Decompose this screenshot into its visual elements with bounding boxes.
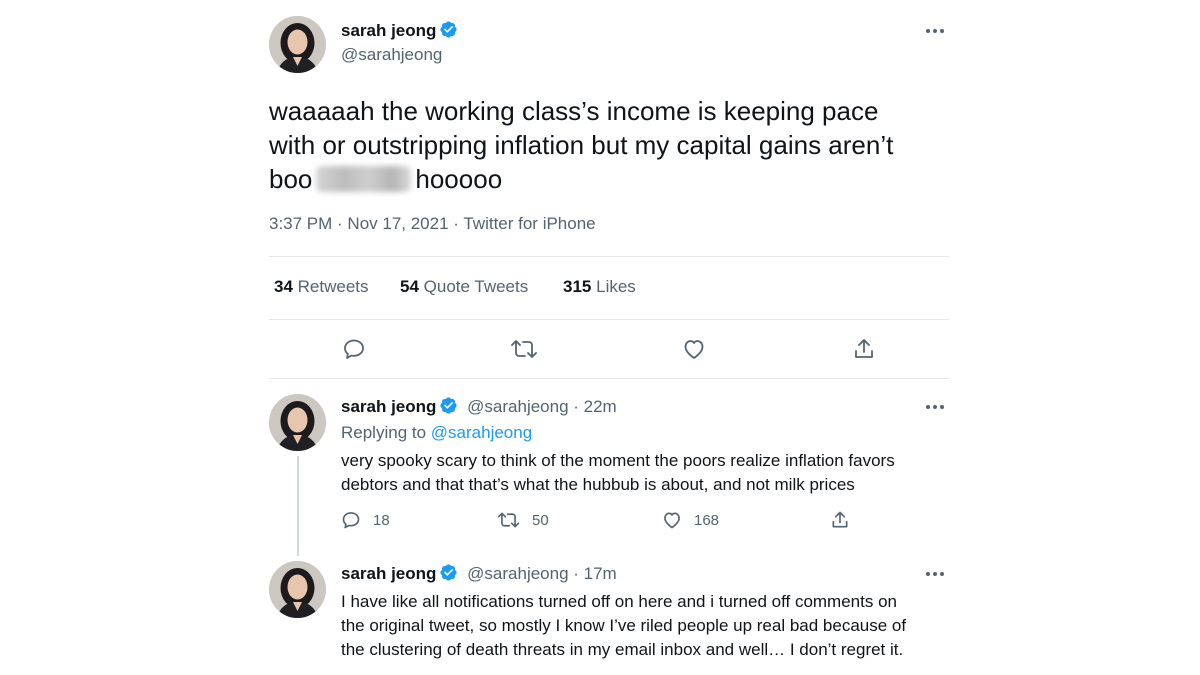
avatar[interactable] xyxy=(269,394,326,451)
reply-header: sarah jeong @sarahjeong · 17m xyxy=(341,563,617,584)
author-handle-time[interactable]: @sarahjeong · 17m xyxy=(467,564,617,583)
divider xyxy=(269,256,949,257)
author-name[interactable]: sarah jeong xyxy=(341,564,436,583)
likes-stat[interactable]: 315 Likes xyxy=(563,277,636,297)
verified-badge-icon xyxy=(440,397,458,414)
verified-badge-icon xyxy=(440,564,458,581)
avatar-photo xyxy=(269,394,326,451)
replying-to-link[interactable]: @sarahjeong xyxy=(431,423,532,442)
redacted-blur xyxy=(316,166,412,192)
reply-icon xyxy=(342,512,360,529)
author-handle[interactable]: @sarahjeong xyxy=(341,45,442,65)
avatar[interactable] xyxy=(269,16,326,73)
verified-badge-icon xyxy=(440,21,458,38)
avatar[interactable] xyxy=(269,561,326,618)
tweet-text: waaaaah the working class’s income is ke… xyxy=(269,96,894,194)
like-icon xyxy=(664,512,680,529)
retweet-icon[interactable] xyxy=(510,337,538,361)
replying-to: Replying to @sarahjeong xyxy=(341,423,533,442)
thread-connector xyxy=(297,456,299,556)
like-icon[interactable] xyxy=(682,337,706,361)
reply-count: 18 xyxy=(373,512,390,529)
share-action[interactable] xyxy=(830,510,850,530)
reply-action[interactable]: 18 xyxy=(341,510,390,530)
more-options-icon[interactable] xyxy=(926,569,948,579)
like-action[interactable]: 168 xyxy=(662,510,719,530)
retweet-count: 50 xyxy=(532,512,549,529)
author-handle-time[interactable]: @sarahjeong · 22m xyxy=(467,397,617,416)
tweet-timestamp[interactable]: 3:37 PM · Nov 17, 2021 · Twitter for iPh… xyxy=(269,214,596,234)
share-icon[interactable] xyxy=(852,337,876,361)
like-count: 168 xyxy=(694,512,720,529)
author-name[interactable]: sarah jeong xyxy=(341,397,436,416)
divider xyxy=(269,319,949,320)
retweet-action[interactable]: 50 xyxy=(497,510,549,530)
quote-tweets-stat[interactable]: 54 Quote Tweets xyxy=(400,277,528,297)
reply-header: sarah jeong @sarahjeong · 22m xyxy=(341,396,617,417)
avatar-photo xyxy=(269,561,326,618)
avatar-photo xyxy=(269,16,326,73)
divider xyxy=(269,378,949,379)
retweet-icon xyxy=(497,512,520,528)
more-options-icon[interactable] xyxy=(926,402,948,412)
page: sarah jeong @sarahjeong waaaaah the work… xyxy=(0,0,1200,675)
reply-text: I have like all notifications turned off… xyxy=(341,592,907,659)
author-name[interactable]: sarah jeong xyxy=(341,20,458,41)
reply-icon[interactable] xyxy=(342,337,366,361)
more-options-icon[interactable] xyxy=(926,26,948,36)
share-icon xyxy=(832,511,848,528)
retweets-stat[interactable]: 34 Retweets xyxy=(274,277,369,297)
reply-text: very spooky scary to think of the moment… xyxy=(341,451,895,494)
